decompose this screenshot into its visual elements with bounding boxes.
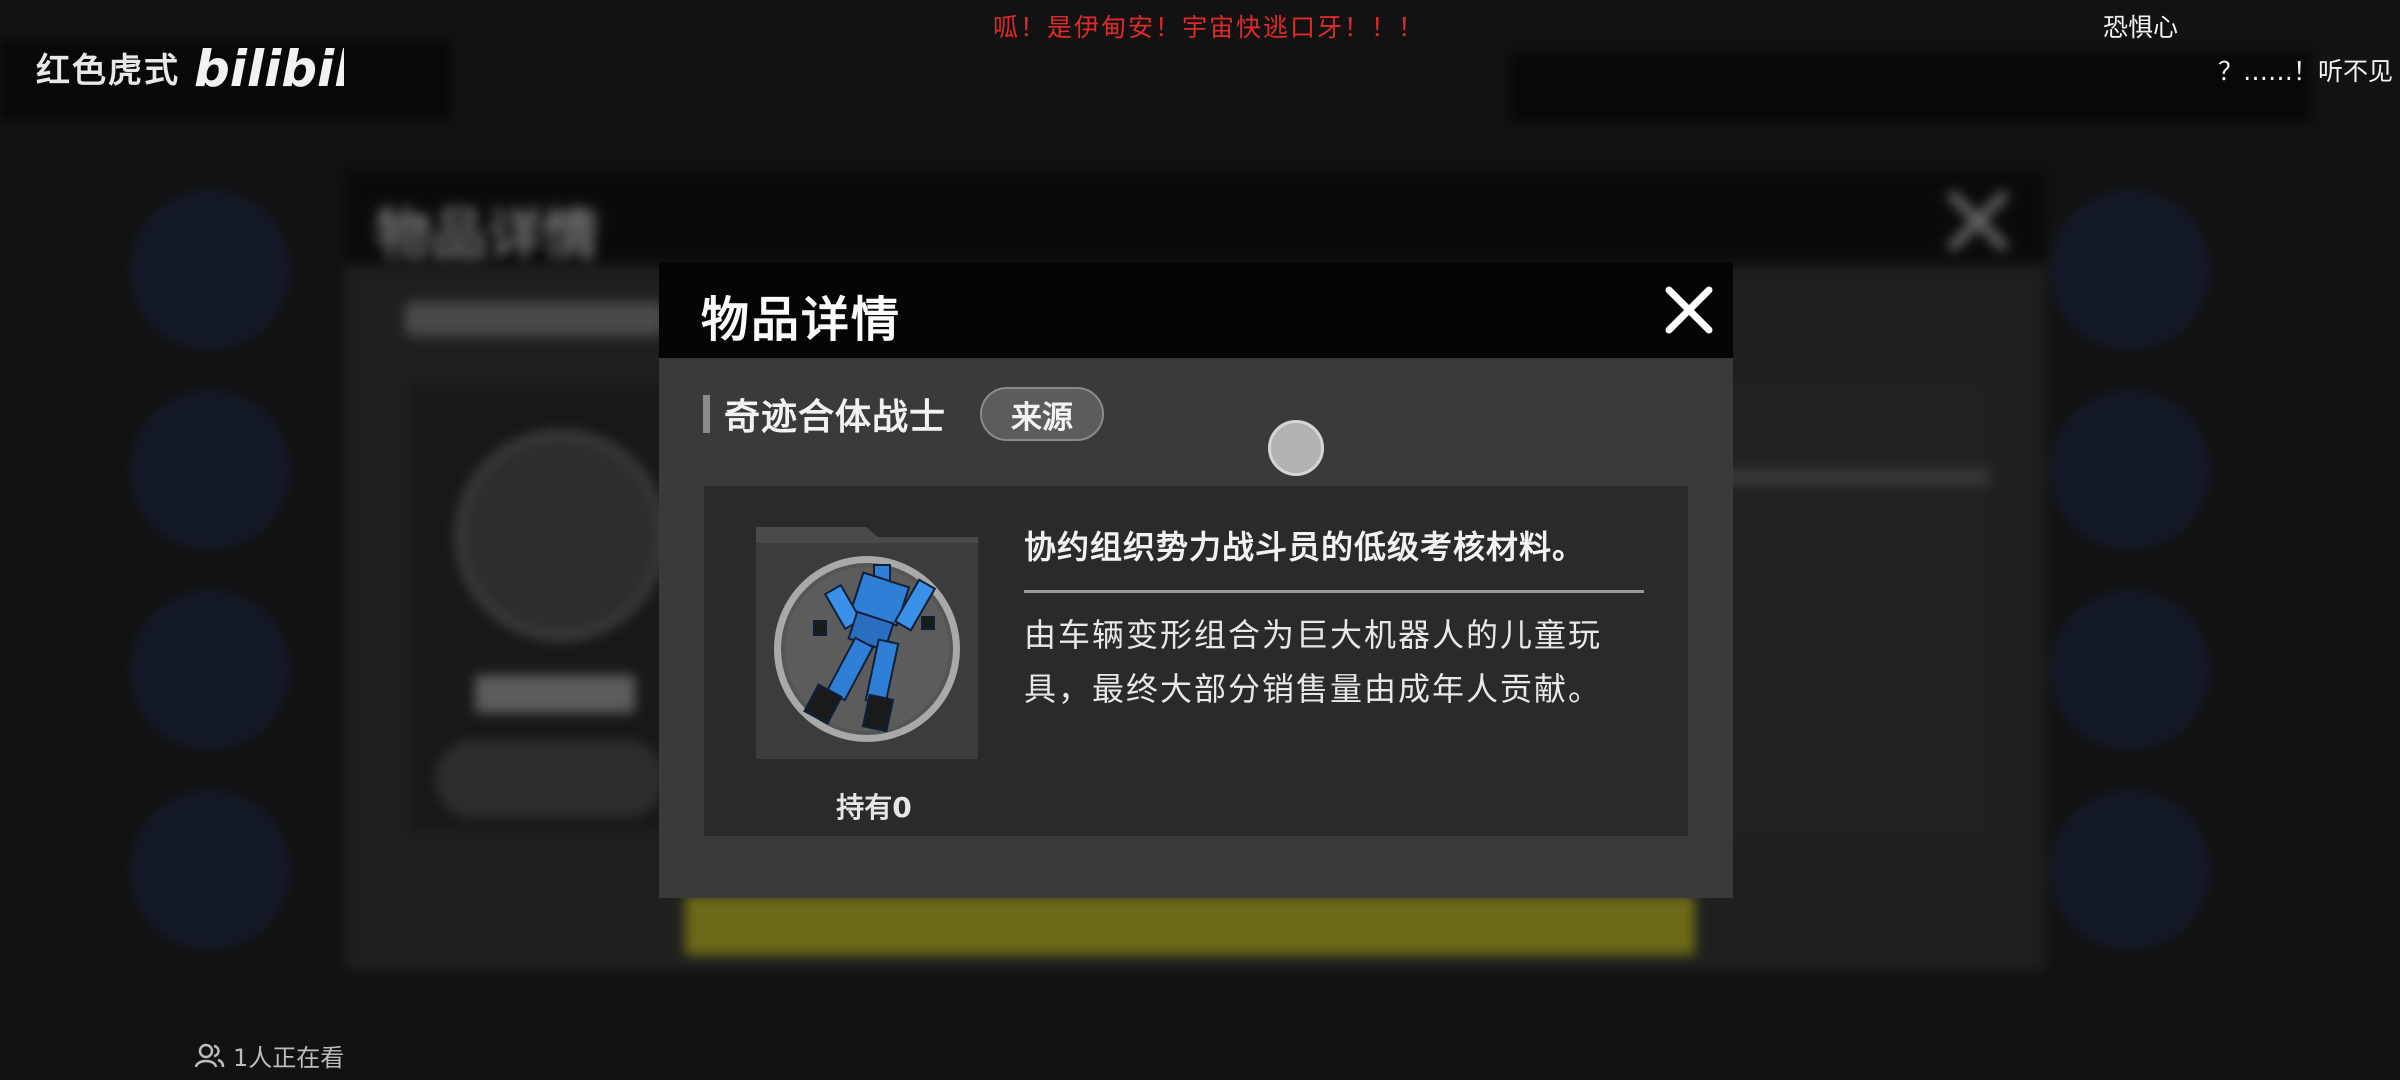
dialog-title: 物品详情 bbox=[701, 292, 902, 348]
background-pill-button bbox=[435, 740, 665, 818]
background-yellow-button bbox=[685, 895, 1695, 955]
item-description-long: 由车辆变形组合为巨大机器人的儿童玩具，最终大部分销售量由成年人贡献。 bbox=[1024, 616, 1603, 708]
danmaku-comment: 呱！是伊甸安！宇宙快逃口牙！！！ bbox=[993, 13, 1426, 42]
background-top-bar bbox=[1510, 52, 2310, 122]
background-right-card bbox=[1690, 380, 1990, 840]
title-accent-bar bbox=[703, 395, 710, 433]
item-description-short: 协约组织势力战斗员的低级考核材料。 bbox=[1024, 528, 1586, 566]
description-divider bbox=[1024, 590, 1644, 593]
item-icon-card bbox=[756, 521, 978, 759]
source-button[interactable]: 来源 bbox=[980, 387, 1105, 441]
background-panel-header bbox=[345, 170, 2045, 265]
background-panel-title: 物品详情 bbox=[375, 203, 599, 268]
background-dial-icon bbox=[2050, 190, 2210, 350]
danmaku-comment: ？……！听不见 bbox=[2218, 57, 2394, 86]
viewer-count-label: 1人正在看 bbox=[233, 1044, 345, 1072]
robot-toy-icon bbox=[756, 527, 978, 759]
held-count: 持有0 bbox=[836, 791, 912, 824]
background-medal-icon bbox=[455, 430, 666, 641]
background-dial-icon bbox=[130, 390, 290, 550]
background-dial-icon bbox=[130, 190, 290, 350]
close-icon bbox=[1665, 286, 1713, 334]
background-line bbox=[1690, 468, 1990, 486]
background-dial-icon bbox=[2050, 390, 2210, 550]
item-detail-dialog: 物品详情 奇迹合体战士 来源 持有0 协约组织势力战斗员的低级考核材料。 由车辆… bbox=[659, 262, 1733, 898]
danmaku-comment: 恐惧心 bbox=[2103, 13, 2179, 42]
item-content-panel: 持有0 协约组织势力战斗员的低级考核材料。 由车辆变形组合为巨大机器人的儿童玩具… bbox=[704, 486, 1688, 836]
touch-indicator bbox=[1268, 420, 1324, 476]
close-button[interactable] bbox=[1661, 282, 1717, 338]
background-dial-icon bbox=[130, 590, 290, 750]
channel-name: 红色虎式 bbox=[36, 50, 180, 91]
background-dial-icon bbox=[2050, 790, 2210, 950]
viewers-icon bbox=[195, 1043, 225, 1067]
bilibili-logo: bilibili bbox=[194, 40, 344, 98]
background-dial-icon bbox=[130, 790, 290, 950]
channel-watermark: 红色虎式 bilibili bbox=[36, 34, 344, 100]
background-close-icon bbox=[1945, 188, 2011, 254]
background-dial-icon bbox=[2050, 590, 2210, 750]
viewer-count: 1人正在看 bbox=[195, 1038, 344, 1073]
background-subtitle-bar bbox=[405, 302, 665, 336]
item-title-row: 奇迹合体战士 来源 bbox=[703, 387, 1105, 441]
item-name: 奇迹合体战士 bbox=[724, 397, 947, 438]
dialog-header: 物品详情 bbox=[659, 262, 1733, 358]
bilibili-logo-text: bilibili bbox=[194, 40, 344, 98]
background-name-bar bbox=[475, 675, 635, 713]
